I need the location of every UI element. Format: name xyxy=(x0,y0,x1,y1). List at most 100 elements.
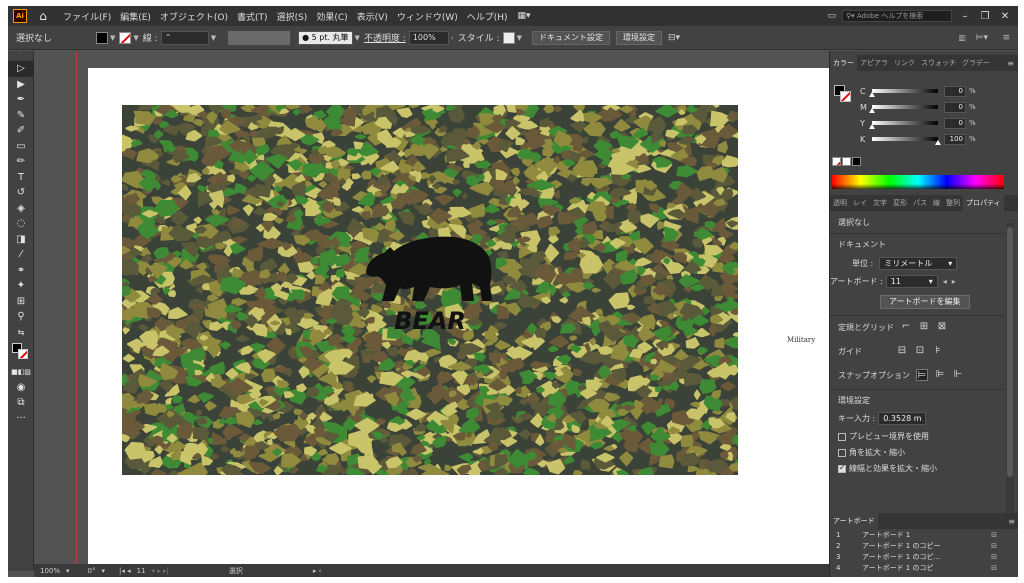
swap-colors-icon[interactable]: ⇆ xyxy=(8,325,34,341)
none-white-black-swatches[interactable] xyxy=(832,157,861,166)
military-text[interactable]: Military xyxy=(787,336,815,344)
type-tool-icon[interactable]: T xyxy=(8,170,34,186)
panel-menu-icon[interactable]: ≡ xyxy=(1004,59,1018,68)
tab-gradient[interactable]: グラデー xyxy=(959,58,993,68)
chevron-down-icon[interactable]: ▾ xyxy=(66,567,70,575)
menu-type[interactable]: 書式(T) xyxy=(237,10,268,23)
chevron-down-icon[interactable]: ▼ xyxy=(355,34,360,42)
artboard-row-1[interactable]: 1 アートボード 1 ⊟ xyxy=(830,529,1018,540)
magenta-slider[interactable]: M 0 % xyxy=(860,101,976,113)
scrollbar-thumb[interactable] xyxy=(1007,227,1013,477)
menu-view[interactable]: 表示(V) xyxy=(357,10,388,23)
edit-artboard-button[interactable]: アートボードを編集 xyxy=(880,295,970,309)
tab-swatches[interactable]: スウォッチ xyxy=(918,58,959,68)
menu-file[interactable]: ファイル(F) xyxy=(63,10,111,23)
slider-thumb[interactable] xyxy=(869,124,875,129)
chevron-down-icon[interactable]: ▼ xyxy=(110,34,115,42)
smart-guides-icon[interactable]: ⊧ xyxy=(932,345,944,357)
key-input-field[interactable]: 0.3528 m xyxy=(878,412,927,425)
snap-point-icon[interactable]: ⊨ xyxy=(916,369,928,381)
artboard[interactable]: BEAR Military xyxy=(88,68,829,564)
tab-layers[interactable]: レイ xyxy=(850,198,870,208)
camouflage-pattern[interactable]: BEAR xyxy=(122,105,738,475)
artboard-tool-icon[interactable]: ⊞ xyxy=(8,294,34,310)
magenta-value[interactable]: 0 xyxy=(944,101,966,113)
selection-tool-icon[interactable]: ▷ xyxy=(8,61,34,77)
scale-corners-checkbox[interactable] xyxy=(838,448,846,457)
menu-lines-icon[interactable]: ≡ xyxy=(1002,33,1010,43)
arrange-icon[interactable]: ▭ xyxy=(827,11,836,21)
chevron-down-icon[interactable]: ▼ xyxy=(517,34,522,42)
scale-strokes-checkbox[interactable] xyxy=(838,463,846,473)
home-icon[interactable]: ⌂ xyxy=(35,9,51,23)
tab-properties[interactable]: プロパティ xyxy=(963,195,1004,211)
stroke-color-box[interactable] xyxy=(18,349,28,359)
tab-appearance[interactable]: アピアラ xyxy=(857,58,891,68)
preview-bounds-row[interactable]: プレビュー境界を使用 xyxy=(838,431,929,442)
chevron-down-icon[interactable]: ▼ xyxy=(211,34,216,42)
scale-corners-row[interactable]: 角を拡大・縮小 xyxy=(838,447,905,458)
zoom-level[interactable]: 100% xyxy=(40,567,60,575)
black-track[interactable] xyxy=(872,137,941,145)
opacity-label[interactable]: 不透明度 : xyxy=(364,31,406,44)
variable-width-profile[interactable] xyxy=(228,30,291,45)
ruler-icon[interactable]: ⌐ xyxy=(900,321,912,333)
lock-guides-icon[interactable]: ⊡ xyxy=(914,345,926,357)
snap-icon[interactable]: ⊨▾ xyxy=(976,33,988,43)
document-canvas[interactable]: BEAR Military xyxy=(34,51,829,564)
chevron-down-icon[interactable]: ▼ xyxy=(133,34,138,42)
transform-icon[interactable]: ⊟▾ xyxy=(668,33,680,43)
warp-tool-icon[interactable]: ◌ xyxy=(8,216,34,232)
unit-select[interactable]: ミリメートル ▾ xyxy=(879,257,958,270)
black-slider[interactable]: K 100 % xyxy=(860,133,976,145)
curvature-tool-icon[interactable]: ✎ xyxy=(8,108,34,124)
eraser-tool-icon[interactable]: ◈ xyxy=(8,201,34,217)
cyan-value[interactable]: 0 xyxy=(944,85,966,97)
draw-mode-icon[interactable]: ◉ xyxy=(8,380,34,396)
preferences-button[interactable]: 環境設定 xyxy=(615,30,662,45)
menu-window[interactable]: ウィンドウ(W) xyxy=(397,10,458,23)
snap-grid-icon[interactable]: ⊫ xyxy=(934,369,946,381)
tab-character[interactable]: 文字 xyxy=(870,198,890,208)
artboard-number[interactable]: 11 xyxy=(137,567,146,575)
document-setup-button[interactable]: ドキュメント設定 xyxy=(531,30,610,45)
cyan-track[interactable] xyxy=(869,89,938,97)
color-spectrum[interactable] xyxy=(832,175,1004,189)
zoom-tool-icon[interactable]: ⚲ xyxy=(8,309,34,325)
yellow-track[interactable] xyxy=(869,121,938,129)
next-artboard-icon[interactable]: ▾ ▸ ▸| xyxy=(152,567,169,575)
artboard-row-4[interactable]: 4 アートボード 1 のコピ ⊟ xyxy=(830,562,1018,573)
tab-transparency[interactable]: 透明 xyxy=(830,198,850,208)
magenta-track[interactable] xyxy=(869,105,938,113)
artboard-row-2[interactable]: 2 アートボード 1 のコピー ⊟ xyxy=(830,540,1018,551)
stroke-weight-input[interactable]: ⌃ xyxy=(160,30,209,45)
paintbrush-tool-icon[interactable]: ✏ xyxy=(8,154,34,170)
slider-thumb[interactable] xyxy=(869,92,875,97)
screen-mode-icon[interactable]: ⧉ xyxy=(8,395,34,411)
menu-select[interactable]: 選択(S) xyxy=(277,10,308,23)
minimize-icon[interactable]: – xyxy=(958,11,972,22)
snap-pixel-icon[interactable]: ⊩ xyxy=(952,369,964,381)
black-value[interactable]: 100 xyxy=(944,133,966,145)
cyan-slider[interactable]: C 0 % xyxy=(860,85,976,97)
slider-thumb[interactable] xyxy=(869,108,875,113)
first-artboard-icon[interactable]: |◂ ◂ xyxy=(119,567,131,575)
more-tools-icon[interactable]: ··· xyxy=(8,411,34,427)
tab-artboards[interactable]: アートボード xyxy=(830,513,878,529)
tab-stroke[interactable]: 線 xyxy=(930,198,943,208)
anchor-point-tool-icon[interactable]: ✐ xyxy=(8,123,34,139)
pen-tool-icon[interactable]: ✒ xyxy=(8,92,34,108)
color-mode-icon[interactable]: ■◧▨ xyxy=(8,364,34,380)
artboard-options-icon[interactable]: ⊟ xyxy=(991,542,997,550)
blend-tool-icon[interactable]: ⚭ xyxy=(8,263,34,279)
menu-help[interactable]: ヘルプ(H) xyxy=(467,10,508,23)
grid-icon[interactable]: ⊞ xyxy=(918,321,930,333)
tab-transform[interactable]: 変形 xyxy=(890,198,910,208)
rotation-value[interactable]: 0° xyxy=(88,567,96,575)
chevron-down-icon[interactable]: ▾ xyxy=(102,567,106,575)
properties-scrollbar[interactable] xyxy=(1006,223,1014,523)
tab-links[interactable]: リンク xyxy=(891,58,918,68)
brush-definition[interactable]: ● 5 pt. 丸筆 xyxy=(298,30,353,45)
artboard-select[interactable]: 11 ▾ xyxy=(885,275,938,288)
status-arrow-icon[interactable]: ▸ ‹ xyxy=(313,567,322,575)
